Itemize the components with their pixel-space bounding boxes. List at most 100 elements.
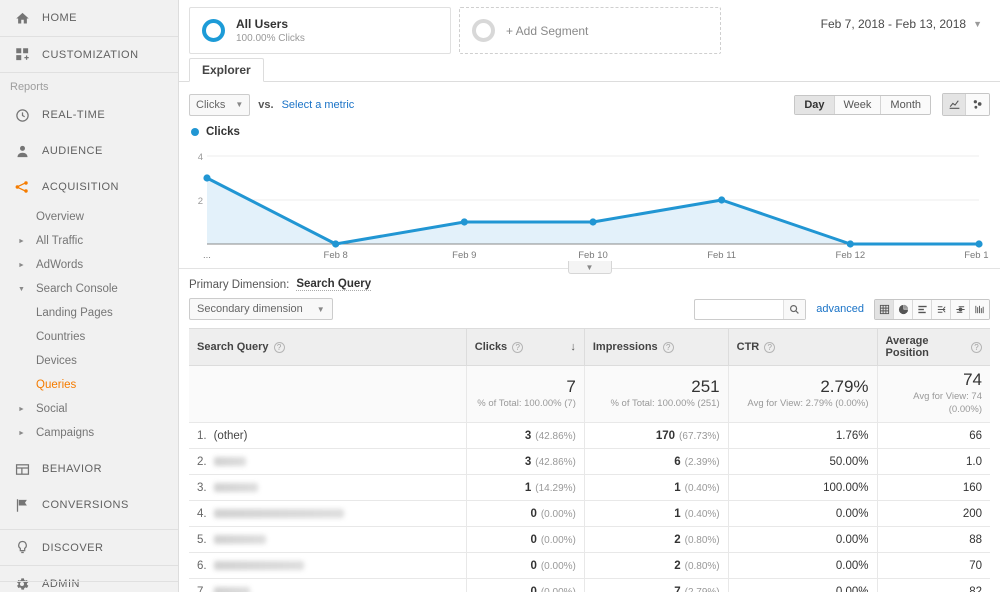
chart-legend: Clicks	[179, 116, 1000, 138]
column-header-search-query[interactable]: Search Query ?	[189, 329, 466, 366]
sidebar-item-adwords[interactable]: ► AdWords	[0, 253, 178, 277]
sidebar-item-queries[interactable]: Queries	[0, 373, 178, 397]
table-row[interactable]: 7.0(0.00%)7(2.79%)0.00%82	[189, 579, 990, 592]
cell-search-query: 3.	[189, 475, 466, 501]
segment-all-users[interactable]: All Users 100.00% Clicks	[189, 7, 451, 54]
cell-impressions: 1(0.40%)	[584, 501, 728, 527]
line-chart-icon[interactable]	[943, 94, 966, 115]
chart-data-point	[461, 218, 468, 225]
tab-bar: Explorer	[179, 58, 1000, 82]
query-text[interactable]: (other)	[214, 430, 248, 442]
sidebar-item-customization[interactable]: CUSTOMIZATION	[0, 36, 178, 72]
cell-ctr-value: 0.00%	[836, 586, 869, 592]
column-header-ctr[interactable]: CTR ?	[728, 329, 877, 366]
chevron-right-icon: ►	[18, 238, 34, 245]
row-index: 4.	[197, 508, 207, 520]
sidebar-item-landing-pages[interactable]: Landing Pages	[0, 301, 178, 325]
secondary-dimension-select[interactable]: Secondary dimension ▼	[189, 298, 333, 320]
advanced-link[interactable]: advanced	[816, 303, 864, 315]
x-axis-tick: Feb 10	[578, 250, 608, 261]
sidebar-item-admin[interactable]: ADMIN	[0, 565, 178, 592]
clicks-line-chart[interactable]: 24...Feb 8Feb 9Feb 10Feb 11Feb 12Feb 13 …	[189, 144, 990, 262]
search-input[interactable]	[695, 300, 783, 319]
sidebar-item-all-traffic[interactable]: ► All Traffic	[0, 229, 178, 253]
acquisition-icon	[8, 179, 36, 195]
redacted-query	[214, 587, 250, 592]
x-axis-tick: Feb 13	[964, 250, 989, 261]
granularity-month[interactable]: Month	[881, 96, 930, 114]
add-segment-button[interactable]: + Add Segment	[459, 7, 721, 54]
performance-view-icon[interactable]	[913, 300, 932, 319]
x-axis-tick: Feb 8	[324, 250, 348, 261]
redacted-query	[214, 535, 266, 544]
sidebar-item-real-time[interactable]: REAL-TIME	[0, 97, 178, 133]
tab-explorer[interactable]: Explorer	[189, 58, 264, 82]
chart-resize-handle[interactable]: ▼	[568, 261, 612, 274]
sidebar-item-discover[interactable]: DISCOVER	[0, 529, 178, 565]
sidebar-item-countries[interactable]: Countries	[0, 325, 178, 349]
column-header-clicks[interactable]: Clicks ? ↓	[466, 329, 584, 366]
sidebar-item-campaigns[interactable]: ► Campaigns	[0, 421, 178, 445]
comparison-view-icon[interactable]	[932, 300, 951, 319]
help-icon[interactable]: ?	[764, 342, 775, 353]
help-icon[interactable]: ?	[512, 342, 523, 353]
search-icon[interactable]	[783, 300, 805, 319]
summary-clicks-value: 7	[475, 377, 576, 397]
sidebar-item-label: AUDIENCE	[36, 145, 103, 157]
sidebar-item-overview[interactable]: Overview	[0, 205, 178, 229]
cell-avg-position-value: 1.0	[966, 456, 982, 468]
chevron-down-icon: ▼	[973, 19, 982, 29]
motion-chart-icon[interactable]	[966, 94, 989, 115]
sidebar-item-behavior[interactable]: BEHAVIOR	[0, 451, 178, 487]
table-view-icon[interactable]	[875, 300, 894, 319]
sidebar-item-devices[interactable]: Devices	[0, 349, 178, 373]
summary-clicks-cell: 7 % of Total: 100.00% (7)	[466, 366, 584, 423]
cell-ctr-value: 1.76%	[836, 430, 869, 442]
sidebar-item-home[interactable]: HOME	[0, 0, 178, 36]
sidebar-item-conversions[interactable]: CONVERSIONS	[0, 487, 178, 523]
cell-clicks-percent: (42.86%)	[535, 431, 576, 442]
help-icon[interactable]: ?	[971, 342, 982, 353]
cell-ctr: 0.00%	[728, 553, 877, 579]
table-row[interactable]: 2.3(42.86%)6(2.39%)50.00%1.0	[189, 449, 990, 475]
granularity-day[interactable]: Day	[795, 96, 834, 114]
metric-select[interactable]: Clicks ▼	[189, 94, 250, 116]
cell-impressions-percent: (2.79%)	[685, 587, 720, 592]
cell-impressions-value: 170	[656, 430, 675, 442]
table-row[interactable]: 5.0(0.00%)2(0.80%)0.00%88	[189, 527, 990, 553]
pivot-view-icon[interactable]	[951, 300, 970, 319]
cell-avg-position: 82	[877, 579, 990, 592]
column-header-average-position[interactable]: Average Position ?	[877, 329, 990, 366]
granularity-group: Day Week Month	[794, 95, 931, 115]
primary-dimension-value[interactable]: Search Query	[296, 278, 371, 291]
sort-descending-icon: ↓	[570, 341, 576, 353]
cell-avg-position-value: 200	[963, 508, 982, 520]
sidebar-item-acquisition[interactable]: ACQUISITION	[0, 169, 178, 205]
term-cloud-view-icon[interactable]	[970, 300, 989, 319]
date-range-picker[interactable]: Feb 7, 2018 - Feb 13, 2018 ▼	[821, 7, 990, 31]
granularity-label: Month	[890, 99, 921, 111]
cell-ctr-value: 100.00%	[823, 482, 868, 494]
sidebar-item-audience[interactable]: AUDIENCE	[0, 133, 178, 169]
sidebar-item-social[interactable]: ► Social	[0, 397, 178, 421]
help-icon[interactable]: ?	[663, 342, 674, 353]
pie-chart-view-icon[interactable]	[894, 300, 913, 319]
row-index: 7.	[197, 586, 207, 592]
granularity-week[interactable]: Week	[835, 96, 882, 114]
sidebar-sub-label: Search Console	[34, 283, 118, 295]
segment-subtitle: 100.00% Clicks	[236, 32, 305, 45]
flag-icon	[8, 498, 36, 513]
table-row[interactable]: 6.0(0.00%)2(0.80%)0.00%70	[189, 553, 990, 579]
summary-avg-position-sub: Avg for View: 74 (0.00%)	[886, 390, 982, 416]
table-row[interactable]: 3.1(14.29%)1(0.40%)100.00%160	[189, 475, 990, 501]
sidebar-item-search-console[interactable]: ▼ Search Console	[0, 277, 178, 301]
table-row[interactable]: 4.0(0.00%)1(0.40%)0.00%200	[189, 501, 990, 527]
cell-search-query: 2.	[189, 449, 466, 475]
sidebar-sub-label: Landing Pages	[34, 307, 113, 319]
help-icon[interactable]: ?	[274, 342, 285, 353]
column-header-impressions[interactable]: Impressions ?	[584, 329, 728, 366]
bulb-icon	[8, 540, 36, 555]
cell-ctr: 0.00%	[728, 527, 877, 553]
cell-impressions-value: 2	[674, 560, 680, 572]
table-row[interactable]: 1.(other)3(42.86%)170(67.73%)1.76%66	[189, 423, 990, 449]
